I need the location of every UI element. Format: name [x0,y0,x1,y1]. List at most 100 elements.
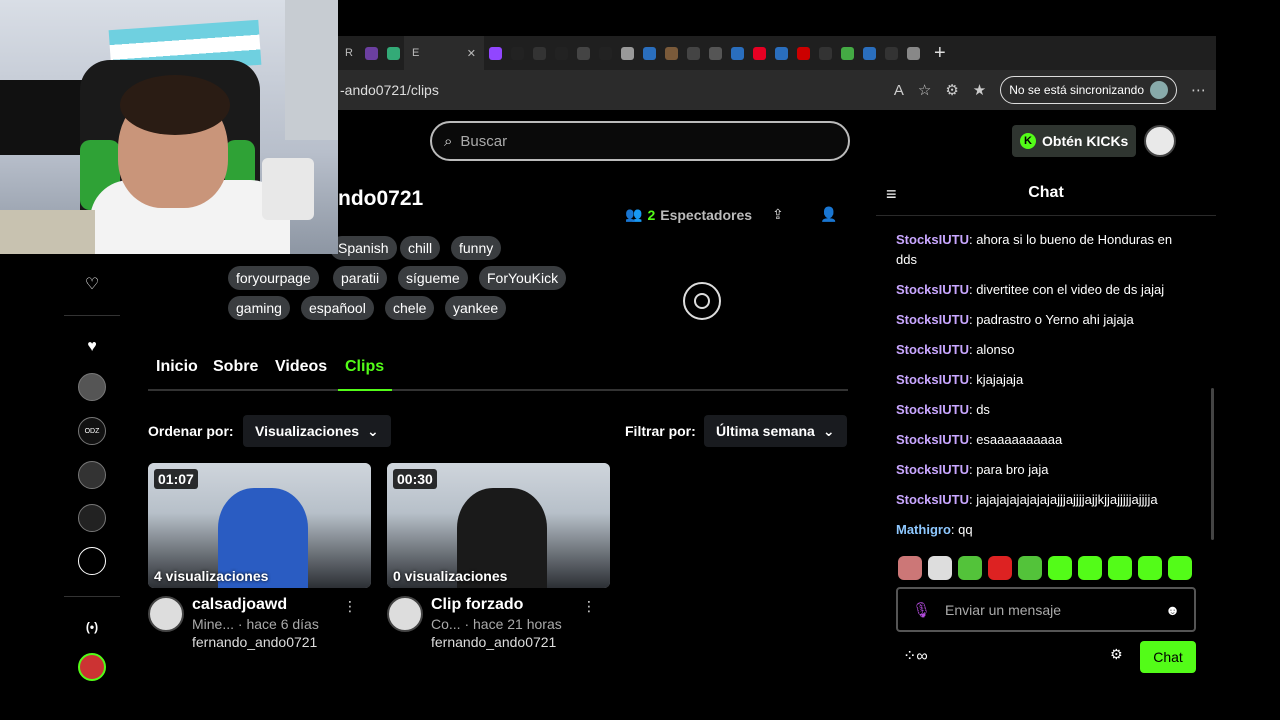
channel-tag[interactable]: sígueme [398,266,468,290]
more-options-icon[interactable]: ⋮ [582,598,596,615]
channel-tag[interactable]: Spanish [330,236,397,260]
browser-tab[interactable] [880,36,902,70]
browser-tab[interactable] [682,36,704,70]
clip-card[interactable]: 00:30 0 visualizaciones Clip forzado Co.… [387,463,610,650]
tab-clips[interactable]: Clips [345,358,384,376]
chat-username[interactable]: StocksIUTU [896,312,969,327]
browser-tab[interactable] [836,36,858,70]
new-tab-icon[interactable]: + [934,42,946,65]
clip-author[interactable]: fernando_ando0721 [431,634,562,650]
channel-tag[interactable]: paratii [333,266,388,290]
browser-tab[interactable] [550,36,572,70]
browser-tab[interactable] [660,36,682,70]
channel-tag[interactable]: foryourpage [228,266,319,290]
browser-tab[interactable] [360,36,382,70]
browser-tab[interactable] [704,36,726,70]
clip-author-avatar[interactable] [148,596,184,632]
chat-scrollbar[interactable] [1211,388,1214,540]
play-overlay-icon[interactable] [683,282,721,320]
chat-username[interactable]: StocksIUTU [896,492,969,507]
sidebar-channel-avatar[interactable] [78,373,106,401]
emote-icon[interactable] [1138,556,1162,580]
channel-tag[interactable]: funny [451,236,502,260]
following-heart-filled-icon[interactable]: ♥ [78,333,106,361]
emote-icon[interactable] [1048,556,1072,580]
emote-icon[interactable] [898,556,922,580]
clip-thumbnail[interactable]: 01:07 4 visualizaciones [148,463,371,588]
chat-username[interactable]: StocksIUTU [896,462,969,477]
emote-icon[interactable] [958,556,982,580]
browser-tab-active[interactable]: E ✕ [404,36,484,70]
chat-username[interactable]: Mathigro [896,522,951,537]
browser-tab[interactable] [616,36,638,70]
filter-dropdown[interactable]: Última semana ⌄ [704,415,847,447]
follow-user-icon[interactable]: 👤 [820,206,837,223]
channel-tag[interactable]: chele [385,296,435,320]
more-menu-icon[interactable]: ⋯ [1191,81,1206,99]
send-chat-button[interactable]: Chat [1140,641,1196,673]
browser-tab[interactable] [814,36,836,70]
channel-tag[interactable]: españool [301,296,374,320]
sidebar-channel-avatar[interactable]: ODZ [78,417,106,445]
browser-tab[interactable] [902,36,924,70]
browser-tab[interactable] [528,36,550,70]
emote-icon[interactable] [1018,556,1042,580]
kick-points-icon[interactable]: ⁘∞ [903,646,928,666]
tab-videos[interactable]: Videos [275,358,327,376]
chat-username[interactable]: StocksIUTU [896,372,969,387]
channel-tag[interactable]: gaming [228,296,290,320]
chat-username[interactable]: StocksIUTU [896,432,969,447]
emote-icon[interactable] [1168,556,1192,580]
tab-inicio[interactable]: Inicio [156,358,198,376]
user-avatar[interactable] [1144,125,1176,157]
extensions-icon[interactable]: ⚙ [945,81,958,99]
get-kicks-button[interactable]: K Obtén KICKs [1012,125,1137,157]
chat-settings-gear-icon[interactable]: ⚙ [1110,646,1123,663]
clip-card[interactable]: 01:07 4 visualizaciones calsadjoawd Mine… [148,463,371,650]
clip-author-avatar[interactable] [387,596,423,632]
search-input[interactable]: ⌕ Buscar [430,121,850,161]
browser-tab[interactable] [382,36,404,70]
favorite-star-icon[interactable]: ☆ [918,81,931,99]
browser-tab[interactable] [506,36,528,70]
browser-tab[interactable] [484,36,506,70]
live-broadcast-icon[interactable]: (•) [78,613,106,641]
sidebar-user-avatar[interactable] [78,653,106,681]
emote-icon[interactable] [1078,556,1102,580]
clip-title[interactable]: Clip forzado [431,596,562,614]
share-icon[interactable]: ⇪ [772,206,784,223]
clip-title[interactable]: calsadjoawd [192,596,319,614]
browser-tab[interactable] [726,36,748,70]
emote-icon[interactable] [928,556,952,580]
sidebar-channel-avatar[interactable] [78,461,106,489]
browser-tab[interactable] [770,36,792,70]
browser-tab[interactable] [638,36,660,70]
more-options-icon[interactable]: ⋮ [343,598,357,615]
emote-icon[interactable] [1108,556,1132,580]
chat-username[interactable]: StocksIUTU [896,402,969,417]
emoji-icon[interactable]: ☻ [1165,602,1180,618]
emote-icon[interactable] [988,556,1012,580]
chat-username[interactable]: StocksIUTU [896,282,969,297]
browser-tab[interactable] [594,36,616,70]
microphone-icon[interactable]: 🎙 [912,601,931,619]
browser-tab[interactable] [858,36,880,70]
channel-tag[interactable]: ForYouKick [479,266,567,290]
browser-tab[interactable]: R [338,36,360,70]
read-aloud-icon[interactable]: A [894,82,904,99]
sync-profile-button[interactable]: No se está sincronizando [1000,76,1177,104]
close-tab-icon[interactable]: ✕ [467,47,476,60]
sidebar-channel-avatar[interactable] [78,504,106,532]
favorites-icon[interactable]: ★ [973,81,986,99]
sidebar-channel-avatar[interactable] [78,547,106,575]
channel-tag[interactable]: chill [400,236,441,260]
browser-tab[interactable] [792,36,814,70]
sort-dropdown[interactable]: Visualizaciones ⌄ [243,415,391,447]
channel-tag[interactable]: yankee [445,296,507,320]
clip-author[interactable]: fernando_ando0721 [192,634,319,650]
tab-sobre[interactable]: Sobre [213,358,258,376]
browser-tab[interactable] [572,36,594,70]
chat-username[interactable]: StocksIUTU [896,342,969,357]
following-heart-icon[interactable]: ♡ [78,270,106,298]
chat-message-input[interactable]: 🎙 Enviar un mensaje ☻ [896,587,1196,632]
